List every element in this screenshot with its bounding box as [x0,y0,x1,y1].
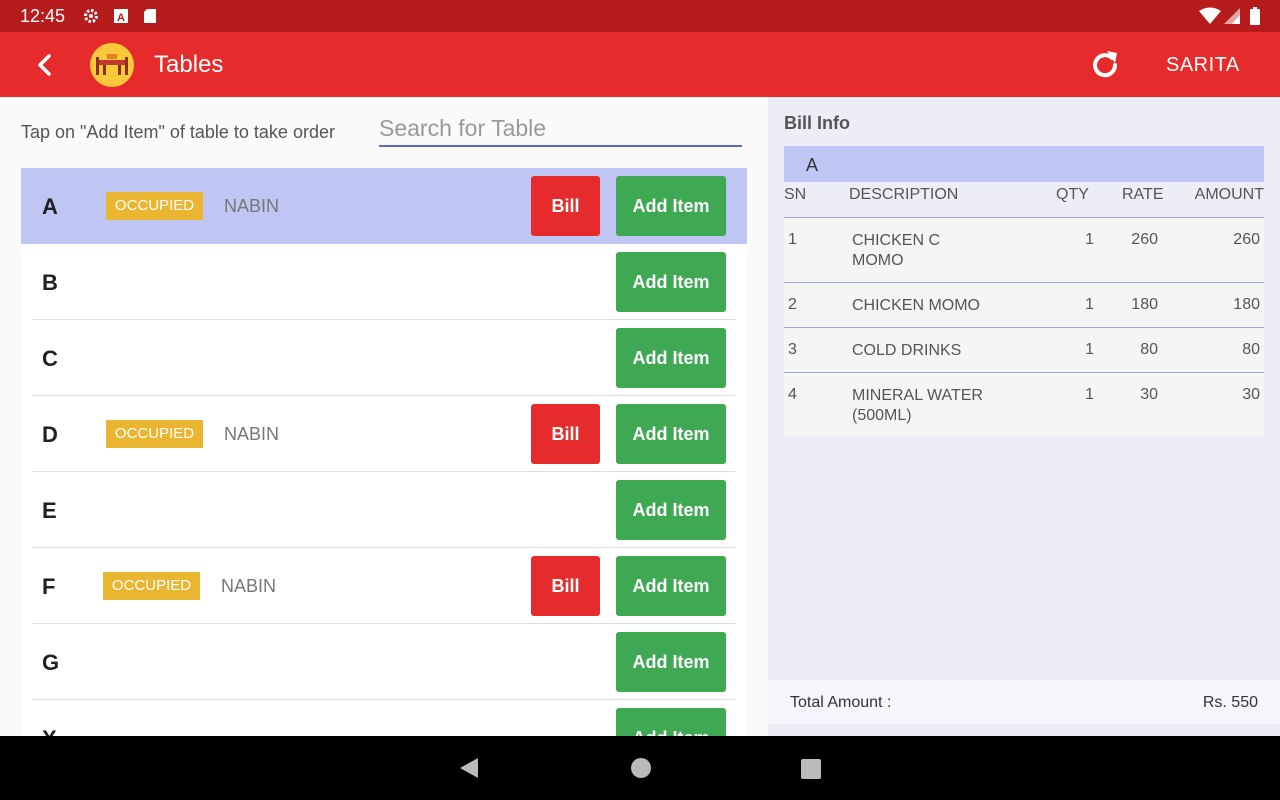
item-sn: 2 [788,296,797,313]
bill-info-panel: Bill Info A SN DESCRIPTION QTY RATE AMOU… [768,97,1280,736]
item-amount: 30 [1242,386,1260,403]
bill-columns: SN DESCRIPTION QTY RATE AMOUNT [784,183,1264,217]
item-sn: 1 [788,231,797,248]
table-icon [96,54,128,75]
add-item-button[interactable]: Add Item [616,480,726,540]
table-row[interactable]: X Add Item [21,700,747,736]
item-desc-line: (500ML) [852,407,912,424]
item-qty: 1 [1085,231,1094,248]
col-sn: SN [784,186,807,203]
item-desc-line: CHICKEN C [852,232,941,249]
table-row[interactable]: D OCCUPIED NABIN Bill Add Item [21,396,747,472]
table-name: X [42,726,57,736]
add-item-button[interactable]: Add Item [616,328,726,388]
item-rate: 80 [1140,341,1158,358]
bill-items: 1 CHICKEN C MOMO 1 260 260 2 CHICKEN MOMO… [784,217,1264,437]
add-item-button[interactable]: Add Item [616,708,726,736]
item-qty: 1 [1085,341,1094,358]
signal-icon [1224,8,1240,24]
item-description: MINERAL WATER (500ML) [852,386,1012,426]
add-item-button[interactable]: Add Item [616,252,726,312]
bill-item-row: 3 COLD DRINKS 1 80 80 [784,327,1264,372]
add-item-button[interactable]: Add Item [616,176,726,236]
add-item-button[interactable]: Add Item [616,556,726,616]
total-bar: Total Amount : Rs. 550 [768,680,1280,724]
restaurant-logo [90,43,134,87]
item-rate: 30 [1140,386,1158,403]
table-search-input[interactable] [379,111,742,147]
gear-icon [84,9,98,23]
total-value: Rs. 550 [1202,694,1258,711]
item-description: CHICKEN C MOMO [852,231,1012,271]
bill-item-row: 2 CHICKEN MOMO 1 180 180 [784,282,1264,327]
bill-button[interactable]: Bill [531,176,600,236]
svg-text:A: A [117,12,125,24]
table-row[interactable]: E Add Item [21,472,747,548]
status-time: 12:45 [20,6,66,26]
bill-item-row: 4 MINERAL WATER (500ML) 1 30 30 [784,372,1264,437]
bill-table-header: A [784,146,1264,182]
total-label: Total Amount : [790,694,892,711]
table-name: B [42,270,58,295]
col-rate: RATE [1122,186,1164,203]
item-rate: 260 [1131,231,1158,248]
table-row[interactable]: A OCCUPIED NABIN Bill Add Item [21,168,747,244]
item-desc-line: MINERAL WATER [852,387,983,404]
item-desc-line: MOMO [852,252,904,269]
item-qty: 1 [1085,386,1094,403]
waiter-name: NABIN [224,424,280,444]
table-name: C [42,346,58,371]
item-amount: 260 [1233,231,1260,248]
item-amount: 80 [1242,341,1260,358]
refresh-icon[interactable] [1086,46,1124,84]
system-nav-bar [0,736,1280,800]
waiter-name: NABIN [224,196,280,216]
tables-panel: Tap on "Add Item" of table to take order… [0,97,768,736]
battery-icon [1250,7,1260,25]
bill-item-row: 1 CHICKEN C MOMO 1 260 260 [784,217,1264,282]
status-bar: 12:45 A [0,0,1280,32]
item-rate: 180 [1131,296,1158,313]
status-badge: OCCUPIED [106,192,203,220]
item-amount: 180 [1233,296,1260,313]
table-row[interactable]: F OCCUPIED NABIN Bill Add Item [21,548,747,624]
item-sn: 3 [788,341,797,358]
table-name: G [42,650,60,675]
table-name: F [42,574,56,599]
a-icon: A [114,9,128,24]
table-name: E [42,498,57,523]
table-name: D [42,422,58,447]
wifi-icon [1199,7,1221,24]
bill-button[interactable]: Bill [531,404,600,464]
item-description: COLD DRINKS [852,342,962,359]
app-bar: Tables SARITA [0,32,1280,97]
table-row[interactable]: B Add Item [21,244,747,320]
table-name: A [42,194,58,219]
item-sn: 4 [788,386,797,403]
instruction-text: Tap on "Add Item" of table to take order [21,122,335,142]
bill-button[interactable]: Bill [531,556,600,616]
bill-table-name: A [806,155,819,175]
nav-home-icon[interactable] [631,758,651,778]
add-item-button[interactable]: Add Item [616,632,726,692]
col-qty: QTY [1056,186,1089,203]
item-qty: 1 [1085,296,1094,313]
bill-info-title: Bill Info [784,113,850,133]
status-badge: OCCUPIED [106,420,203,448]
add-item-button[interactable]: Add Item [616,404,726,464]
table-list: A OCCUPIED NABIN Bill Add Item B Add Ite… [21,168,747,736]
sdcard-icon [144,9,156,23]
table-row[interactable]: G Add Item [21,624,747,700]
table-row[interactable]: C Add Item [21,320,747,396]
col-amount: AMOUNT [1194,186,1264,203]
user-name[interactable]: SARITA [1166,54,1240,77]
nav-back-icon[interactable] [459,757,479,779]
col-description: DESCRIPTION [849,186,959,203]
nav-recents-icon[interactable] [801,759,821,779]
status-badge: OCCUPIED [103,572,200,600]
page-title: Tables [154,51,224,78]
item-description: CHICKEN MOMO [852,297,980,314]
waiter-name: NABIN [221,576,277,596]
back-arrow-icon[interactable] [28,48,62,82]
